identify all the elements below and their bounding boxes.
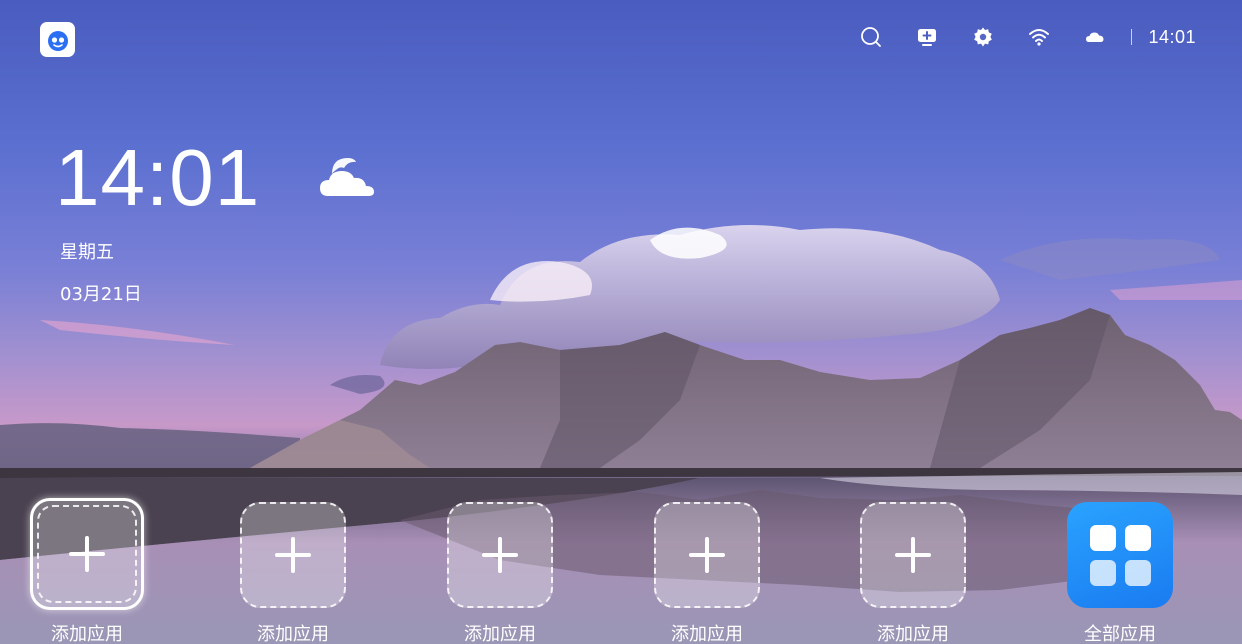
add-app-slot-4[interactable] [654, 502, 760, 608]
plus-icon [67, 534, 107, 574]
app-dock: 添加应用 添加应用 添加应用 添加应用 添加应用 全部应用 [0, 0, 1242, 644]
add-app-slot-2[interactable] [240, 502, 346, 608]
app-grid-icon [1089, 524, 1151, 586]
add-app-slot-5[interactable] [860, 502, 966, 608]
add-app-slot-1[interactable] [30, 498, 144, 610]
plus-icon [480, 535, 520, 575]
add-app-label-4: 添加应用 [671, 624, 743, 644]
add-app-label-1: 添加应用 [51, 624, 123, 644]
all-apps-label: 全部应用 [1084, 624, 1156, 644]
add-app-label-2: 添加应用 [257, 624, 329, 644]
plus-icon [893, 535, 933, 575]
tv-home-screen: 14:01 14:01 星期五 03月21日 添加应用 添加应用 添加应用 添加… [0, 0, 1242, 644]
add-app-label-3: 添加应用 [464, 624, 536, 644]
plus-icon [687, 535, 727, 575]
all-apps-button[interactable] [1067, 502, 1173, 608]
add-app-slot-3[interactable] [447, 502, 553, 608]
add-app-label-5: 添加应用 [877, 624, 949, 644]
plus-icon [273, 535, 313, 575]
